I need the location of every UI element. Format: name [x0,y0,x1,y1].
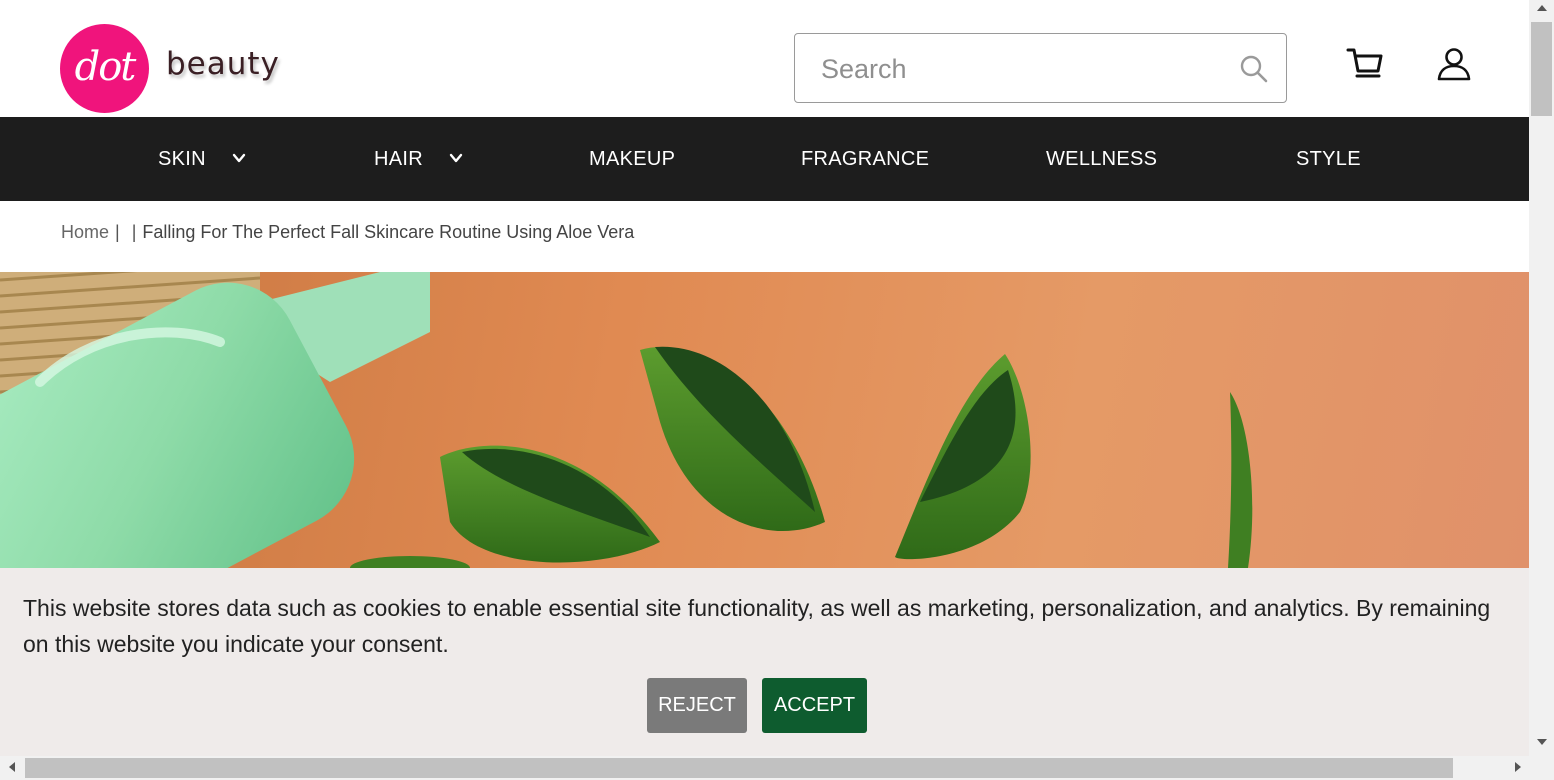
horizontal-scrollbar-thumb[interactable] [25,758,1453,778]
chevron-down-icon [449,153,463,162]
aloe-slice [440,445,660,563]
scroll-down-arrow-icon[interactable] [1537,738,1547,746]
breadcrumb: Home | | Falling For The Perfect Fall Skinc… [61,222,634,243]
page-viewport: dot beauty SKIN HAIR [0,0,1529,756]
aloe-slice [640,346,825,532]
main-nav: SKIN HAIR MAKEUP FRAGRANCE WELLNESS STYL… [0,117,1529,201]
nav-item-label: SKIN [158,148,206,170]
nav-item-makeup[interactable]: MAKEUP [589,117,675,201]
site-header: dot beauty [0,0,1529,117]
aloe-vera-illustration [0,272,1253,568]
brand-logo[interactable]: dot beauty [60,24,290,114]
reject-cookies-button[interactable]: REJECT [647,678,747,733]
logo-mark: dot [60,24,149,113]
nav-item-hair[interactable]: HAIR [374,117,463,201]
vertical-scrollbar-thumb[interactable] [1531,22,1552,116]
aloe-tip [1228,392,1253,568]
breadcrumb-current: Falling For The Perfect Fall Skincare Ro… [142,222,635,242]
search-box [794,33,1287,103]
user-icon[interactable] [1436,46,1472,82]
nav-item-label: FRAGRANCE [801,148,930,170]
nav-item-label: STYLE [1296,148,1361,170]
nav-item-label: MAKEUP [589,148,676,170]
scroll-up-arrow-icon[interactable] [1537,4,1547,12]
scroll-left-arrow-icon[interactable] [8,762,16,772]
breadcrumb-separator: | [131,222,137,242]
aloe-slice [895,354,1031,560]
accept-cookies-button[interactable]: ACCEPT [762,678,867,733]
nav-item-style[interactable]: STYLE [1296,117,1361,201]
aloe-slice [350,556,470,568]
chevron-down-icon [232,153,245,162]
nav-item-wellness[interactable]: WELLNESS [1046,117,1157,201]
breadcrumb-separator: | [115,222,120,242]
search-input[interactable] [819,48,1223,90]
nav-item-label: WELLNESS [1046,148,1158,170]
nav-item-label: HAIR [374,148,423,170]
breadcrumb-home-link[interactable]: Home [61,222,109,242]
hero-image [0,272,1529,568]
cookie-message: This website stores data such as cookies… [23,595,1491,657]
nav-item-skin[interactable]: SKIN [158,117,246,201]
nav-item-fragrance[interactable]: FRAGRANCE [801,117,929,201]
scroll-right-arrow-icon[interactable] [1514,762,1522,772]
logo-wordmark: beauty [166,46,280,82]
cookie-consent-banner: This website stores data such as cookies… [0,568,1529,756]
cart-icon[interactable] [1346,45,1384,83]
search-icon[interactable] [1239,54,1269,84]
